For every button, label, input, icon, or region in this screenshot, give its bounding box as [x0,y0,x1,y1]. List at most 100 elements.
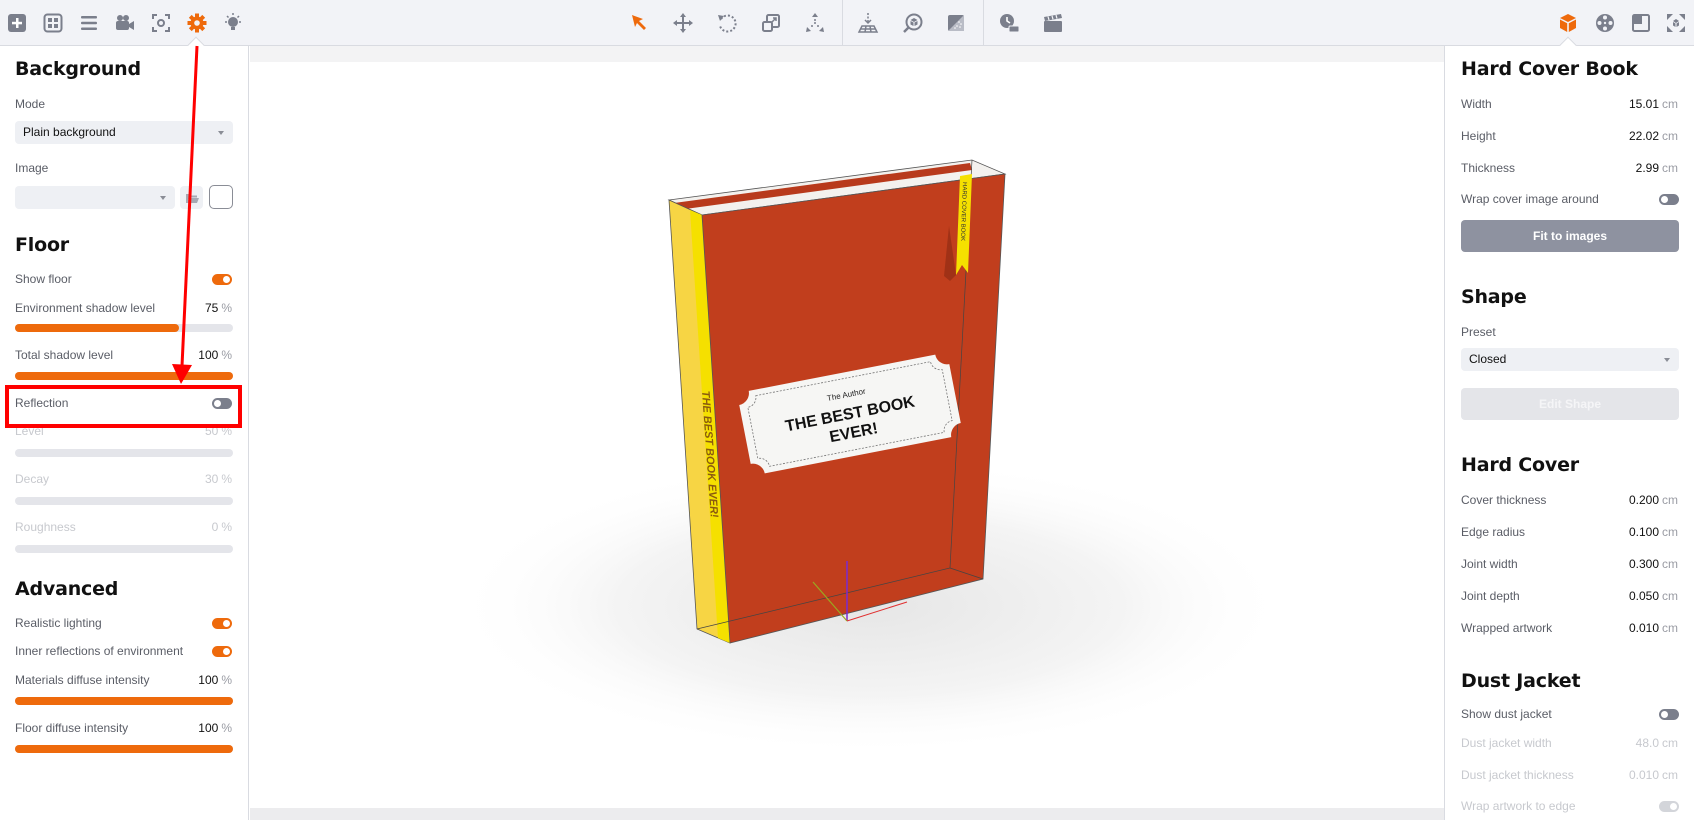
fit-to-images-button[interactable]: Fit to images [1461,220,1679,252]
layout-icon [1632,14,1650,32]
reflection-decay-slider[interactable] [15,497,233,505]
joint-depth-value[interactable]: 0.050 cm [1588,589,1678,603]
object-properties-button[interactable] [1553,8,1583,38]
wrap-artwork-edge-toggle[interactable] [1659,801,1679,812]
gear-icon [187,13,207,33]
background-image-select[interactable] [15,186,175,209]
film-reel-button[interactable] [1590,8,1620,38]
height-value[interactable]: 22.02 cm [1588,129,1678,143]
drop-to-floor-button[interactable] [853,8,883,38]
edge-radius-value[interactable]: 0.100 cm [1588,525,1678,539]
material-icon [948,15,964,31]
list-button[interactable] [74,8,104,38]
rotate-tool-button[interactable] [712,8,742,38]
env-shadow-label: Environment shadow level [15,301,156,315]
image-label: Image [15,161,49,175]
settings-button[interactable] [182,8,212,38]
chevron-down-icon [160,196,166,200]
reflection-level-label: Level [15,424,44,438]
thickness-value[interactable]: 2.99 cm [1588,161,1678,175]
floor-diffuse-label: Floor diffuse intensity [15,721,129,735]
grid-icon [43,13,63,33]
add-button[interactable] [2,8,32,38]
width-label: Width [1461,97,1492,111]
wrap-cover-toggle[interactable] [1659,194,1679,205]
background-section-title: Background [15,58,141,80]
scene-settings-panel: Background Mode Plain background Image F… [0,46,249,820]
height-label: Height [1461,129,1496,143]
clapperboard-icon [1044,14,1062,32]
show-dust-jacket-toggle[interactable] [1659,709,1679,720]
book-render: THE BEST BOOK EVER! HARD COVER BOOK The … [450,159,1290,756]
shape-preset-select[interactable]: Closed [1461,348,1679,371]
show-floor-label: Show floor [15,272,72,286]
materials-diffuse-slider[interactable] [15,697,233,705]
realistic-lighting-label: Realistic lighting [15,616,102,630]
3d-viewport[interactable]: THE BEST BOOK EVER! HARD COVER BOOK The … [250,46,1444,820]
shape-section-title: Shape [1461,286,1527,308]
dust-jacket-section-title: Dust Jacket [1461,670,1581,692]
materials-diffuse-label: Materials diffuse intensity [15,673,150,687]
mode-label: Mode [15,97,46,111]
focus-button[interactable] [146,8,176,38]
materials-diffuse-value: 100% [198,673,232,687]
timer-button[interactable] [994,8,1024,38]
move-tool-button[interactable] [668,8,698,38]
reflection-decay-value: 30% [204,472,232,486]
env-shadow-slider[interactable] [15,324,233,332]
background-color-swatch[interactable] [209,185,233,209]
axes-tool-button[interactable] [800,8,830,38]
wrapped-artwork-value[interactable]: 0.010 cm [1588,621,1678,635]
inner-reflections-toggle[interactable] [212,646,232,657]
realistic-lighting-toggle[interactable] [212,618,232,629]
cover-thickness-value[interactable]: 0.200 cm [1588,493,1678,507]
joint-width-label: Joint width [1461,557,1518,571]
fullscreen-icon [1667,14,1685,32]
show-floor-toggle[interactable] [212,274,232,285]
floor-section-title: Floor [15,234,69,256]
reflection-decay-label: Decay [15,472,50,486]
chevron-down-icon [1664,358,1670,362]
wrap-artwork-edge-label: Wrap artwork to edge [1461,799,1576,813]
shape-preset-value: Closed [1469,352,1507,366]
total-shadow-label: Total shadow level [15,348,114,362]
fullscreen-button[interactable] [1661,8,1691,38]
move-icon [673,13,693,33]
hard-cover-book-title: Hard Cover Book [1461,58,1638,80]
object-properties-panel: Hard Cover Book Width 15.01 cm Height 22.… [1444,46,1694,820]
select-tool-button[interactable] [625,8,655,38]
width-value[interactable]: 15.01 cm [1588,97,1678,111]
viewport-horizontal-scrollbar[interactable] [250,808,1444,820]
reflection-roughness-slider[interactable] [15,545,233,553]
background-mode-select[interactable]: Plain background [15,121,233,144]
dust-jacket-thickness-value: 0.010 cm [1628,768,1678,782]
material-button[interactable] [941,8,971,38]
floor-diffuse-value: 100% [198,721,232,735]
joint-width-value[interactable]: 0.300 cm [1588,557,1678,571]
drop-to-floor-icon [857,13,879,33]
scale-icon [762,14,780,32]
select-arrow-icon [632,15,646,30]
camera-icon [116,15,134,30]
reflection-level-slider[interactable] [15,449,233,457]
zoom-object-button[interactable] [898,8,928,38]
camera-button[interactable] [110,8,140,38]
animation-button[interactable] [1038,8,1068,38]
open-image-button[interactable] [180,186,203,209]
reflection-toggle[interactable] [212,398,232,409]
rotate-icon [718,14,737,33]
advanced-section-title: Advanced [15,578,119,600]
total-shadow-slider[interactable] [15,372,233,380]
grid-button[interactable] [38,8,68,38]
layout-button[interactable] [1626,8,1656,38]
top-toolbar [0,0,1694,54]
edit-shape-button[interactable]: Edit Shape [1461,388,1679,420]
scale-tool-button[interactable] [756,8,786,38]
floor-diffuse-slider[interactable] [15,745,233,753]
dust-jacket-thickness-label: Dust jacket thickness [1461,768,1574,782]
toolbar-separator [842,0,843,46]
object-cube-icon [1560,14,1576,32]
chevron-down-icon [218,131,224,135]
light-button[interactable] [218,8,248,38]
light-icon [225,13,241,30]
